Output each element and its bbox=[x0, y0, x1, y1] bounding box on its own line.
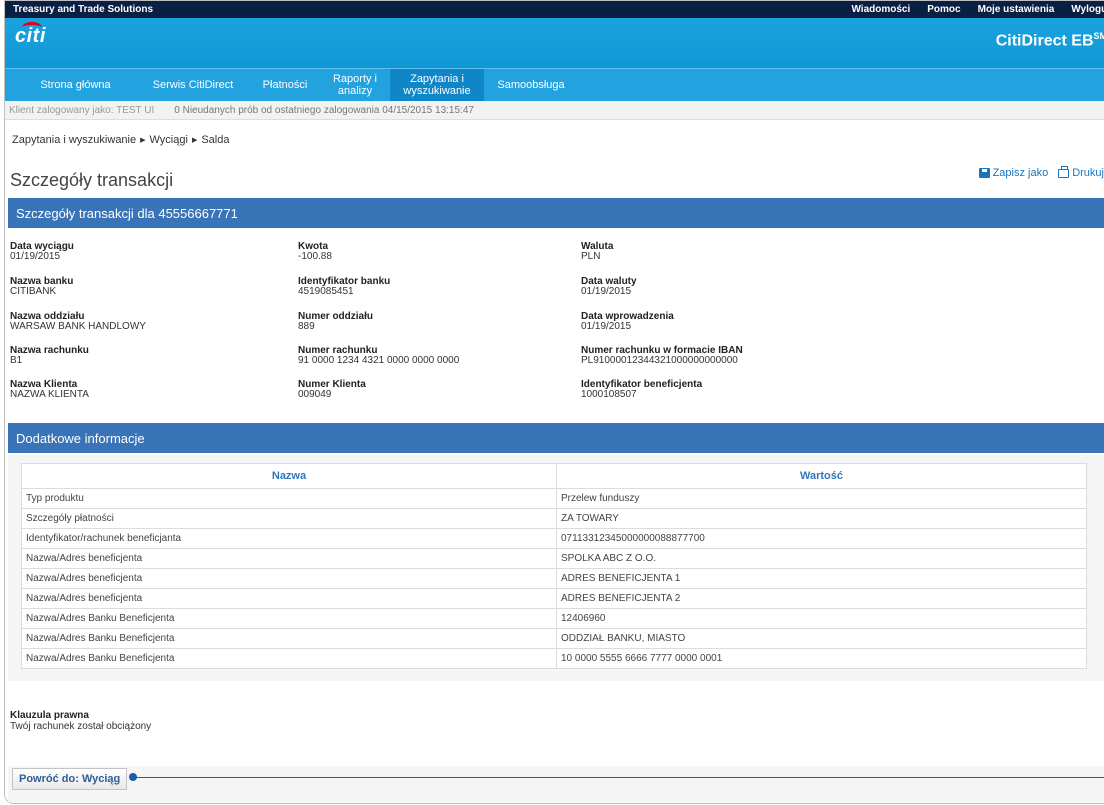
logout-link[interactable]: Wyloguj bbox=[1071, 4, 1104, 15]
legal-clause: Klauzula prawna Twój rachunek został obc… bbox=[10, 710, 151, 732]
legal-clause-text: Twój rachunek został obciążony bbox=[10, 721, 152, 732]
table-row: Nazwa/Adres beneficjenta SPOLKA ABC Z O.O… bbox=[21, 548, 1087, 569]
breadcrumb-balances: Salda bbox=[201, 134, 230, 146]
nav-self-service[interactable]: Samoobsługa bbox=[484, 69, 578, 101]
breadcrumb-inquiries[interactable]: Zapytania i wyszukiwanie bbox=[12, 134, 136, 146]
nav-reports[interactable]: Raporty i analizy bbox=[320, 69, 390, 101]
table-row: Szczegóły płatności ZA TOWARY bbox=[21, 508, 1087, 529]
table-row: Typ produktu Przelew funduszy bbox=[21, 488, 1087, 509]
timeline-line bbox=[133, 777, 1104, 778]
save-icon bbox=[978, 168, 990, 178]
top-bar: Treasury and Trade Solutions Wiadomości … bbox=[5, 1, 1104, 18]
chevron-right-icon: ▶ bbox=[140, 137, 146, 144]
messages-link[interactable]: Wiadomości bbox=[851, 4, 910, 15]
table-row: Nazwa/Adres Banku Beneficjenta 12406960 bbox=[21, 608, 1087, 629]
field-value-date: Data waluty 01/19/2015 bbox=[581, 276, 637, 297]
back-to-statement-button[interactable]: Powróć do: Wyciąg bbox=[12, 768, 128, 790]
bottom-bar: Powróć do: Wyciąg bbox=[8, 766, 1104, 802]
details-header: Szczegóły transakcji dla 45556667771 bbox=[8, 198, 1104, 228]
chevron-right-icon: ▶ bbox=[191, 137, 198, 144]
nav-home[interactable]: Strona główna bbox=[15, 69, 136, 101]
field-beneficiary-id: Identyfikator beneficjenta 1000108507 bbox=[581, 379, 703, 400]
brand-bar: citi CitiDirect EBSM bbox=[5, 18, 1104, 68]
save-as-button[interactable]: Zapisz jako bbox=[978, 167, 1048, 179]
table-row: Nazwa/Adres Banku Beneficjenta ODDZIAŁ BA… bbox=[21, 628, 1087, 649]
app-window: Treasury and Trade Solutions Wiadomości … bbox=[4, 0, 1104, 804]
page-actions: Zapisz jako Drukuj bbox=[978, 165, 1104, 179]
org-name: Treasury and Trade Solutions bbox=[13, 4, 154, 15]
table-row: Nazwa/Adres Banku Beneficjenta 10 0000 55… bbox=[21, 648, 1087, 669]
print-button[interactable]: Drukuj bbox=[1058, 165, 1104, 179]
field-bank-id: Identyfikator banku 4519085451 bbox=[298, 276, 391, 297]
field-account-number: Numer rachunku 91 0000 1234 4321 0000 000… bbox=[298, 345, 460, 366]
table-row: Nazwa/Adres beneficjenta ADRES BENEFICJEN… bbox=[21, 588, 1087, 609]
field-entry-date: Data wprowadzenia 01/19/2015 bbox=[581, 311, 674, 332]
field-iban: Numer rachunku w formacie IBAN PL91000012… bbox=[581, 345, 743, 366]
field-branch-number: Numer oddziału 889 bbox=[298, 311, 374, 332]
table-row: Identyfikator/rachunek beneficjanta 07113… bbox=[21, 528, 1087, 549]
nav-inquiries[interactable]: Zapytania i wyszukiwanie bbox=[390, 69, 484, 101]
login-attempts: 0 Nieudanych prób od ostatniego zalogowa… bbox=[174, 104, 474, 116]
logged-user: Klient zalogowany jako: TEST UI bbox=[9, 104, 155, 116]
main-nav: Strona główna Serwis CitiDirect Płatnośc… bbox=[5, 68, 1104, 101]
help-link[interactable]: Pomoc bbox=[927, 4, 960, 15]
session-info-bar: Klient zalogowany jako: TEST UI 0 Nieuda… bbox=[5, 101, 1104, 120]
nav-payments[interactable]: Płatności bbox=[250, 69, 320, 101]
page-title: Szczegóły transakcji bbox=[10, 170, 174, 190]
breadcrumb-statements[interactable]: Wyciągi bbox=[150, 134, 188, 146]
field-statement-date: Data wyciągu 01/19/2015 bbox=[10, 241, 74, 262]
settings-link[interactable]: Moje ustawienia bbox=[978, 4, 1055, 15]
additional-info-header: Dodatkowe informacje bbox=[8, 423, 1104, 453]
breadcrumb: Zapytania i wyszukiwanie ▶ Wyciągi ▶ Salda bbox=[12, 134, 229, 146]
field-currency: Waluta PLN bbox=[581, 241, 614, 262]
additional-info-panel: Nazwa Wartość Typ produktu Przelew fundus… bbox=[8, 455, 1104, 681]
legal-clause-label: Klauzula prawna bbox=[10, 710, 89, 721]
table-row: Nazwa/Adres beneficjenta ADRES BENEFICJEN… bbox=[21, 568, 1087, 589]
additional-info-table: Nazwa Wartość Typ produktu Przelew fundus… bbox=[21, 463, 1087, 669]
product-name: CitiDirect EBSM bbox=[995, 31, 1104, 50]
field-amount: Kwota -100.88 bbox=[298, 241, 332, 262]
field-bank-name: Nazwa banku CITIBANK bbox=[10, 276, 74, 297]
field-client-name: Nazwa Klienta NAZWA KLIENTA bbox=[10, 379, 89, 400]
column-header-name: Nazwa bbox=[21, 463, 557, 489]
field-account-name: Nazwa rachunku B1 bbox=[10, 345, 89, 366]
print-icon bbox=[1058, 165, 1070, 178]
nav-citidirect-service[interactable]: Serwis CitiDirect bbox=[136, 69, 250, 101]
citi-logo[interactable]: citi bbox=[15, 22, 46, 48]
field-branch-name: Nazwa oddziału WARSAW BANK HANDLOWY bbox=[10, 311, 146, 332]
field-client-number: Numer Klienta 009049 bbox=[298, 379, 366, 400]
column-header-value: Wartość bbox=[556, 463, 1087, 489]
